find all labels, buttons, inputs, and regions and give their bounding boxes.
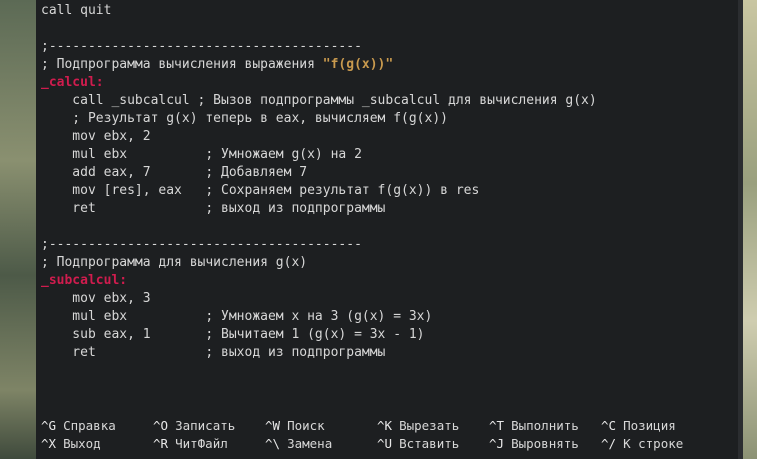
shortcut-row-2: ^X Выход ^R ЧитФайл ^\ Замена ^U Вставить ^J… [41, 435, 738, 453]
location-shortcut[interactable]: ^C Позиция [601, 417, 676, 435]
cut-icon: ^K [377, 418, 393, 433]
help-icon: ^G [41, 418, 57, 433]
go-to-line-shortcut[interactable]: ^/ К строке [601, 435, 683, 453]
code-line: sub eax, 1 ; Вычитаем 1 (g(x) = 3x - 1) [41, 327, 425, 342]
shortcut-label: Выполнить [511, 418, 579, 433]
shortcut-label: К строке [623, 436, 684, 451]
code-line: call _subcalcul ; Вызов подпрограммы _su… [41, 93, 597, 108]
shortcut-label: Замена [287, 436, 333, 451]
read-file-shortcut[interactable]: ^R ЧитФайл [153, 435, 228, 453]
search-shortcut[interactable]: ^W Поиск [265, 417, 325, 435]
label-subcalcul: _subcalcul: [41, 273, 128, 288]
comment-text: ; Подпрограмма вычисления выражения [41, 57, 323, 72]
write-out-shortcut[interactable]: ^O Записать [153, 417, 235, 435]
comment-line: ; Подпрограмма для вычисления g(x) [41, 255, 308, 270]
label-calcul: _calcul: [41, 75, 104, 90]
read-file-icon: ^R [153, 436, 169, 451]
execute-icon: ^T [489, 418, 505, 433]
comment-line: ; Подпрограмма вычисления выражения "f(g… [41, 56, 738, 74]
paste-icon: ^U [377, 436, 393, 451]
code-line: mul ebx ; Умножаем g(x) на 2 [41, 147, 362, 162]
shortcut-label: Поиск [287, 418, 325, 433]
code-line: ret ; выход из подпрограммы [41, 345, 386, 360]
shortcut-label: Справка [63, 418, 116, 433]
shortcut-label: Записать [175, 418, 236, 433]
shortcut-label: Выровнять [511, 436, 579, 451]
write-out-icon: ^O [153, 418, 169, 433]
exit-icon: ^X [41, 436, 57, 451]
code-line: mov [res], eax ; Сохраняем результат f(g… [41, 183, 480, 198]
help-shortcut[interactable]: ^G Справка [41, 417, 116, 435]
replace-icon: ^\ [265, 436, 281, 451]
scrollbar[interactable] [738, 0, 743, 459]
go-to-line-icon: ^/ [601, 436, 617, 451]
code-line: add eax, 7 ; Добавляем 7 [41, 165, 308, 180]
shortcut-bar: ^G Справка ^O Записать ^W Поиск ^K Вырезать … [41, 417, 738, 453]
shortcut-label: Вставить [399, 436, 460, 451]
shortcut-label: Вырезать [399, 418, 460, 433]
shortcut-label: Выход [63, 436, 101, 451]
replace-shortcut[interactable]: ^\ Замена [265, 435, 332, 453]
code-line: mov ebx, 2 [41, 129, 151, 144]
justify-icon: ^J [489, 436, 505, 451]
location-icon: ^C [601, 418, 617, 433]
comment-separator: ;---------------------------------------… [41, 39, 362, 54]
code-line: mul ebx ; Умножаем x на 3 (g(x) = 3x) [41, 309, 433, 324]
exit-shortcut[interactable]: ^X Выход [41, 435, 101, 453]
justify-shortcut[interactable]: ^J Выровнять [489, 435, 579, 453]
code-line: call quit [41, 3, 112, 18]
code-line: ; Результат g(x) теперь в eax, вычисляем… [41, 111, 448, 126]
paste-shortcut[interactable]: ^U Вставить [377, 435, 459, 453]
string-literal: "f(g(x))" [322, 57, 394, 72]
terminal-window[interactable]: call quit ;-----------------------------… [36, 0, 738, 459]
code-line: mov ebx, 3 [41, 291, 151, 306]
shortcut-label: Позиция [623, 418, 676, 433]
desktop-wallpaper-right [743, 0, 757, 459]
cut-shortcut[interactable]: ^K Вырезать [377, 417, 459, 435]
shortcut-label: ЧитФайл [175, 436, 228, 451]
code-line: ret ; выход из подпрограммы [41, 201, 386, 216]
shortcut-row-1: ^G Справка ^O Записать ^W Поиск ^K Вырезать … [41, 417, 738, 435]
comment-separator: ;---------------------------------------… [41, 237, 362, 252]
desktop-wallpaper-left [0, 0, 36, 459]
execute-shortcut[interactable]: ^T Выполнить [489, 417, 579, 435]
editor-text-area[interactable]: call quit ;-----------------------------… [41, 2, 738, 362]
search-icon: ^W [265, 418, 281, 433]
